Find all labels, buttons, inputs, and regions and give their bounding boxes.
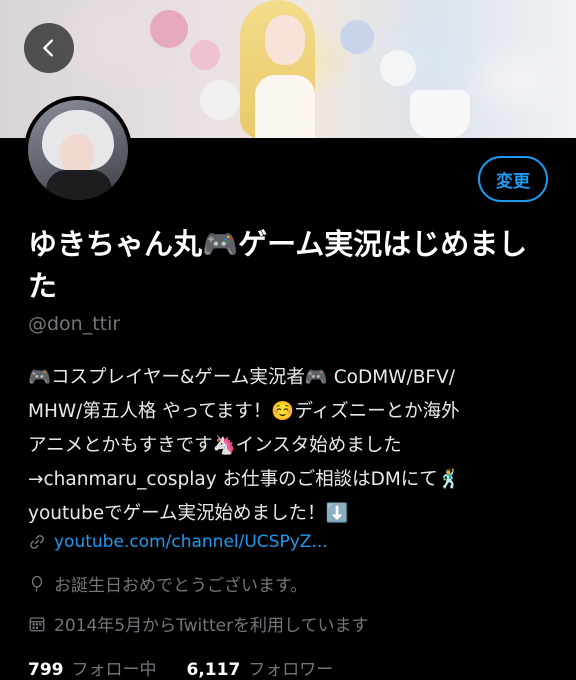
followers-label[interactable]: フォロワー — [248, 655, 333, 680]
avatar-face — [60, 134, 94, 172]
chevron-left-icon — [43, 39, 53, 57]
bio-line: MHW/第五人格 やってます！☺️ディズニーとか海外 — [28, 401, 460, 422]
edit-profile-button[interactable]: 変更 — [478, 156, 548, 202]
joined-text: 2014年5月からTwitterを利用しています — [54, 616, 369, 636]
balloon-icon — [31, 575, 43, 592]
banner-figure-face — [265, 15, 305, 65]
back-button[interactable] — [24, 23, 74, 73]
calendar-icon — [29, 616, 45, 631]
banner-flower — [380, 50, 416, 86]
username: @don_ttir — [28, 313, 121, 335]
banner-figure-dress — [255, 75, 315, 138]
following-count[interactable]: 799 — [28, 660, 64, 680]
profile-link-row[interactable]: youtube.com/channel/UCSPyZ... — [28, 532, 328, 552]
link-icon — [30, 535, 44, 549]
bio: 🎮コスプレイヤー&ゲーム実況者🎮 CoDMW/BFV/ MHW/第五人格 やって… — [28, 361, 558, 531]
following-label[interactable]: フォロー中 — [72, 655, 157, 680]
bio-line: 🎮コスプレイヤー&ゲーム実況者🎮 CoDMW/BFV/ — [28, 367, 455, 388]
avatar[interactable] — [24, 96, 132, 204]
banner-vase — [410, 90, 470, 138]
avatar-body — [46, 170, 112, 200]
banner-flower — [150, 10, 188, 48]
banner-flower — [340, 20, 374, 54]
bio-line: →chanmaru_cosplay お仕事のご相談はDMにて🕺 — [28, 469, 461, 490]
bio-line: アニメとかもすきです🦄インスタ始めました — [28, 435, 402, 456]
banner-flower — [190, 40, 220, 70]
edit-profile-label: 変更 — [496, 171, 530, 192]
banner-flower — [200, 80, 240, 120]
birthday-text: お誕生日おめでとうございます。 — [54, 576, 308, 596]
birthday-row: お誕生日おめでとうございます。 — [28, 571, 307, 596]
avatar-image — [28, 100, 128, 200]
display-name: ゆきちゃん丸🎮ゲーム実況はじめました — [28, 227, 528, 303]
bio-line: youtubeでゲーム実況始めました！⬇️ — [28, 503, 349, 524]
followers-count[interactable]: 6,117 — [187, 660, 241, 680]
profile-link[interactable]: youtube.com/channel/UCSPyZ... — [54, 532, 328, 552]
follow-stats: 799 フォロー中 6,117 フォロワー — [28, 655, 333, 680]
joined-row: 2014年5月からTwitterを利用しています — [28, 611, 369, 636]
